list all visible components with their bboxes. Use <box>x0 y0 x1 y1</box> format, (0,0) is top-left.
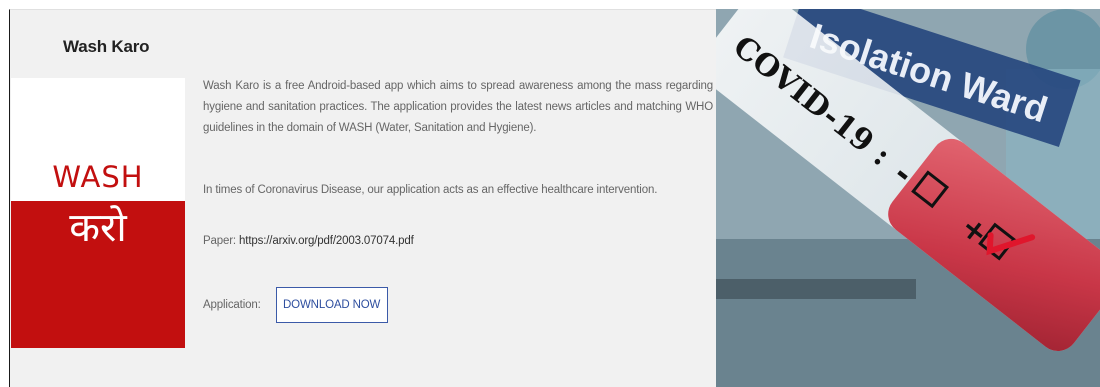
logo-wash-text: WASH <box>52 160 144 194</box>
paper-line: Paper: https://arxiv.org/pdf/2003.07074.… <box>203 231 414 252</box>
card-title: Wash Karo <box>63 37 150 56</box>
project-card: Wash Karo WASH करो Wash Karo is a free A… <box>9 9 716 387</box>
logo-karo-text: करो <box>69 205 127 251</box>
download-now-button[interactable]: DOWNLOAD NOW <box>275 287 388 323</box>
paper-label: Paper: <box>203 235 236 247</box>
paper-link[interactable]: https://arxiv.org/pdf/2003.07074.pdf <box>239 235 414 247</box>
application-row: Application: DOWNLOAD NOW <box>203 287 388 323</box>
covid-test-tube-illustration: Isolation Ward COVID-19 : - + <box>716 9 1100 387</box>
application-label: Application: <box>203 298 261 311</box>
covid-banner-image: Isolation Ward COVID-19 : - + <box>716 9 1100 387</box>
card-content: Wash Karo is a free Android-based app wh… <box>203 76 713 323</box>
app-description: Wash Karo is a free Android-based app wh… <box>203 80 713 134</box>
wash-karo-logo: WASH करो <box>11 78 185 348</box>
intervention-text: In times of Coronavirus Disease, our app… <box>203 184 658 196</box>
